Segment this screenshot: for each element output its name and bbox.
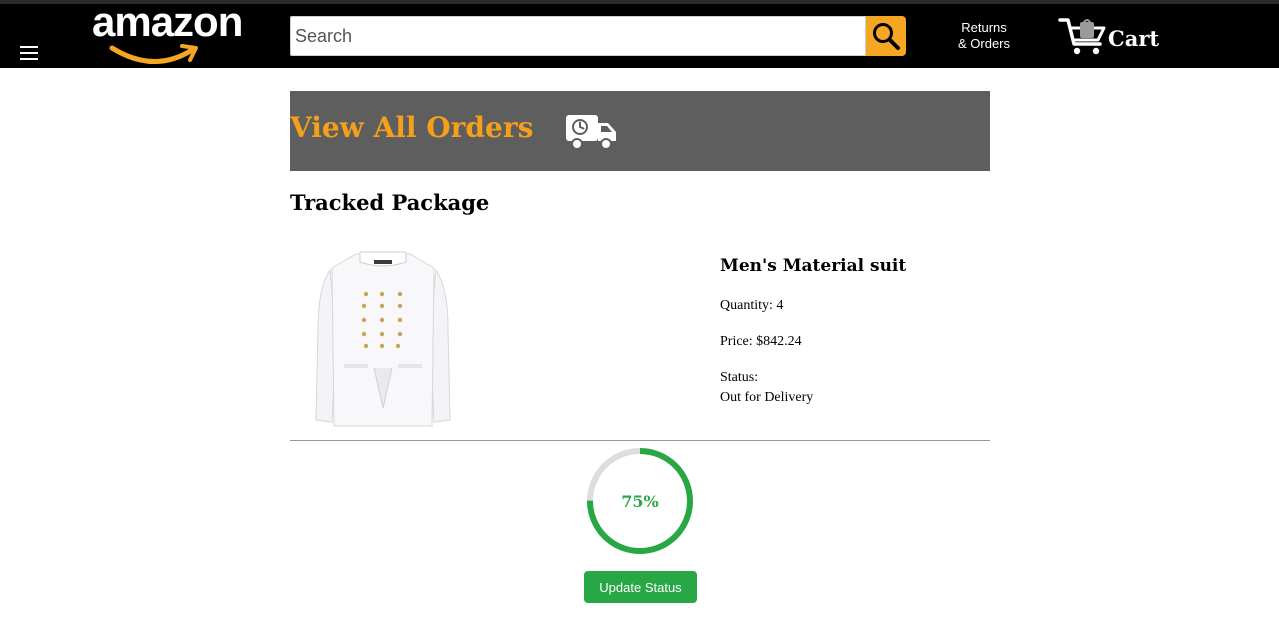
delivery-truck-clock-icon: [566, 115, 616, 150]
returns-orders-link[interactable]: Returns & Orders: [948, 20, 1020, 52]
logo-smile-icon: [109, 44, 198, 64]
view-all-orders-banner[interactable]: View All Orders: [290, 91, 990, 171]
hamburger-menu-icon[interactable]: [20, 46, 38, 60]
progress-percentage: 75%: [621, 491, 659, 511]
product-details: Men's Material suit Quantity: 4 Price: $…: [720, 256, 990, 424]
view-all-orders-link[interactable]: View All Orders: [290, 111, 533, 144]
search-button[interactable]: [866, 16, 906, 56]
returns-label: Returns: [961, 20, 1007, 35]
search-input[interactable]: [290, 16, 866, 56]
product-quantity: Quantity: 4: [720, 298, 784, 313]
status-value: Out for Delivery: [720, 390, 814, 405]
product-image[interactable]: [310, 248, 456, 428]
divider: [290, 440, 990, 441]
magnifier-icon: [873, 23, 900, 50]
amazon-logo[interactable]: amazon: [90, 0, 243, 66]
status-label: Status:: [720, 370, 759, 385]
update-status-button[interactable]: Update Status: [584, 571, 697, 603]
cart-label: Cart: [1108, 26, 1160, 51]
cart-link[interactable]: Cart: [1058, 14, 1168, 58]
shopping-cart-icon: [1058, 18, 1106, 55]
product-status: Status: Out for Delivery: [720, 368, 990, 408]
section-title: Tracked Package: [290, 190, 490, 215]
delivery-progress-ring: 75%: [584, 445, 696, 557]
top-navigation-bar: amazon Returns & Orders Cart: [0, 0, 1279, 68]
product-price: Price: $842.24: [720, 334, 802, 349]
search-bar: [290, 16, 906, 56]
product-name: Men's Material suit: [720, 256, 907, 276]
orders-label: & Orders: [957, 36, 1010, 51]
